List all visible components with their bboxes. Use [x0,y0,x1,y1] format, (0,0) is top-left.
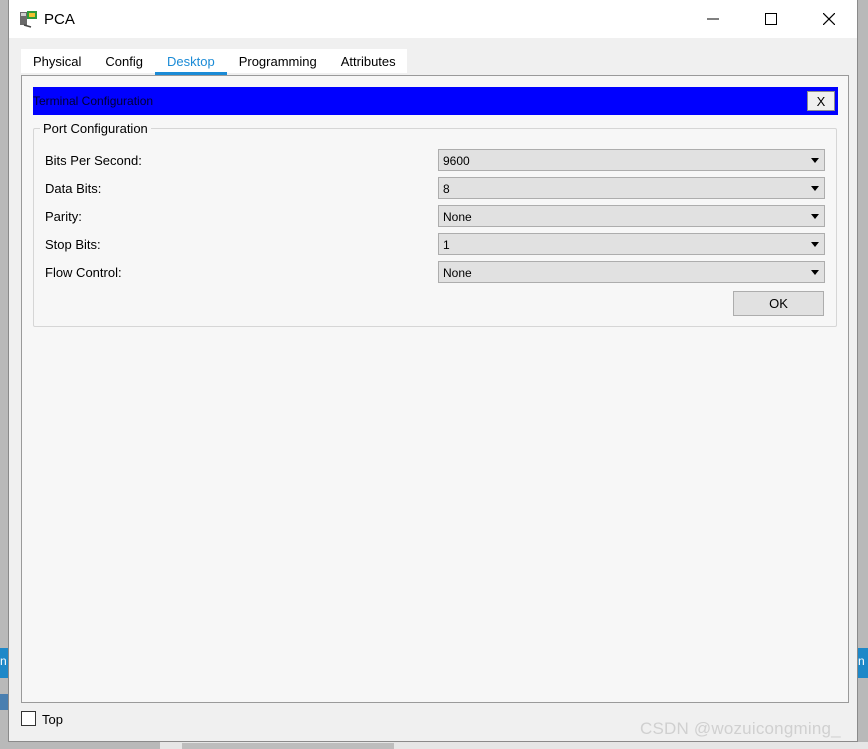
pc-app-icon [20,11,37,28]
close-button[interactable] [806,0,852,38]
minimize-button[interactable] [690,0,736,38]
chevron-down-icon [811,186,819,191]
tab-programming[interactable]: Programming [227,49,329,73]
stop-bits-select[interactable]: 1 [438,233,825,255]
window-title: PCA [44,11,75,28]
port-configuration-group: Port Configuration Bits Per Second: 9600… [33,121,837,327]
top-checkbox[interactable] [21,711,36,726]
bits-per-second-value: 9600 [443,154,470,168]
terminal-config-title: Terminal Configuration [33,94,154,108]
data-bits-select[interactable]: 8 [438,177,825,199]
chevron-down-icon [811,158,819,163]
stop-bits-label: Stop Bits: [45,237,101,252]
bits-per-second-row: Bits Per Second: 9600 [34,149,836,171]
flow-control-row: Flow Control: None [34,261,836,283]
bits-per-second-select[interactable]: 9600 [438,149,825,171]
port-configuration-legend: Port Configuration [40,121,151,136]
pc-window: PCA Physical Config Desktop Programming … [8,0,858,742]
tab-desktop[interactable]: Desktop [155,49,227,75]
tab-attributes[interactable]: Attributes [329,49,408,73]
maximize-icon [765,13,777,25]
parity-select[interactable]: None [438,205,825,227]
parity-value: None [443,210,472,224]
title-bar[interactable]: PCA [9,0,857,38]
ok-button[interactable]: OK [733,291,824,316]
flow-control-value: None [443,266,472,280]
tab-physical[interactable]: Physical [21,49,93,73]
tab-strip: Physical Config Desktop Programming Attr… [21,49,408,75]
maximize-button[interactable] [748,0,794,38]
bits-per-second-label: Bits Per Second: [45,153,142,168]
parity-label: Parity: [45,209,82,224]
flow-control-select[interactable]: None [438,261,825,283]
top-checkbox-label: Top [42,712,63,727]
tab-config[interactable]: Config [93,49,155,73]
flow-control-label: Flow Control: [45,265,122,280]
data-bits-label: Data Bits: [45,181,102,196]
stop-bits-row: Stop Bits: 1 [34,233,836,255]
parity-row: Parity: None [34,205,836,227]
terminal-close-button[interactable]: X [807,91,835,111]
data-bits-value: 8 [443,182,450,196]
background-app-tab-right: n [858,648,868,678]
background-scrollbar-thumb [182,743,394,749]
chevron-down-icon [811,214,819,219]
terminal-config-header: Terminal Configuration X [33,87,838,115]
close-icon [823,13,835,25]
data-bits-row: Data Bits: 8 [34,177,836,199]
watermark: CSDN @wozuicongming_ [640,719,841,738]
background-app-icon [0,694,8,710]
chevron-down-icon [811,242,819,247]
desktop-panel: Terminal Configuration X Port Configurat… [21,75,849,703]
stop-bits-value: 1 [443,238,450,252]
chevron-down-icon [811,270,819,275]
minimize-icon [707,18,719,20]
